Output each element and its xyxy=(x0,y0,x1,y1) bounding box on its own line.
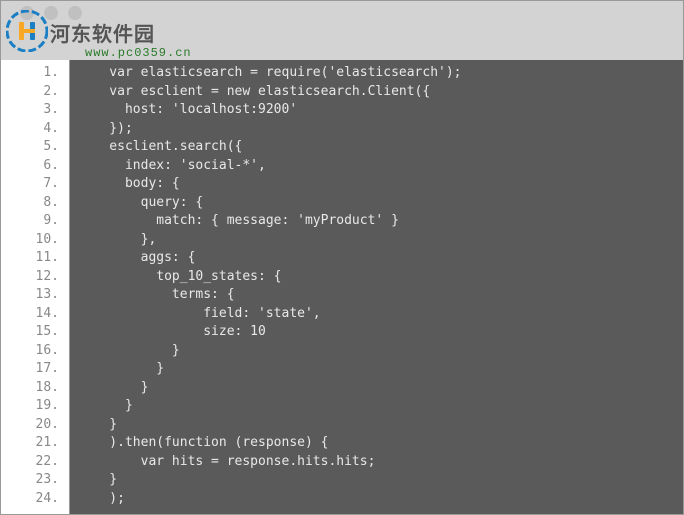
code-editor: 1.2.3.4.5.6.7.8.9.10.11.12.13.14.15.16.1… xyxy=(0,60,684,515)
code-line[interactable]: } xyxy=(78,379,684,398)
code-line[interactable]: var hits = response.hits.hits; xyxy=(78,453,684,472)
code-line[interactable]: } xyxy=(78,471,684,490)
line-number: 23. xyxy=(0,471,69,490)
code-line[interactable]: index: 'social-*', xyxy=(78,157,684,176)
line-number: 20. xyxy=(0,416,69,435)
line-number: 13. xyxy=(0,286,69,305)
line-number: 7. xyxy=(0,175,69,194)
line-number: 16. xyxy=(0,342,69,361)
code-line[interactable]: ).then(function (response) { xyxy=(78,434,684,453)
code-line[interactable]: ); xyxy=(78,490,684,509)
line-number: 15. xyxy=(0,323,69,342)
line-number: 14. xyxy=(0,305,69,324)
code-line[interactable]: host: 'localhost:9200' xyxy=(78,101,684,120)
code-line[interactable]: var elasticsearch = require('elasticsear… xyxy=(78,64,684,83)
line-number: 19. xyxy=(0,397,69,416)
code-line[interactable]: query: { xyxy=(78,194,684,213)
code-line[interactable]: } xyxy=(78,397,684,416)
code-line[interactable]: field: 'state', xyxy=(78,305,684,324)
code-content-area[interactable]: var elasticsearch = require('elasticsear… xyxy=(70,60,684,515)
code-line[interactable]: match: { message: 'myProduct' } xyxy=(78,212,684,231)
site-logo-icon xyxy=(6,10,48,52)
line-number: 17. xyxy=(0,360,69,379)
line-number: 4. xyxy=(0,120,69,139)
line-number: 18. xyxy=(0,379,69,398)
watermark-title: 河东软件园 xyxy=(50,18,155,48)
line-number: 6. xyxy=(0,157,69,176)
line-number: 24. xyxy=(0,490,69,509)
line-number-gutter: 1.2.3.4.5.6.7.8.9.10.11.12.13.14.15.16.1… xyxy=(0,60,70,515)
line-number: 5. xyxy=(0,138,69,157)
line-number: 12. xyxy=(0,268,69,287)
code-line[interactable]: top_10_states: { xyxy=(78,268,684,287)
line-number: 11. xyxy=(0,249,69,268)
line-number: 10. xyxy=(0,231,69,250)
code-line[interactable]: terms: { xyxy=(78,286,684,305)
line-number: 22. xyxy=(0,453,69,472)
line-number: 21. xyxy=(0,434,69,453)
watermark-url: www.pc0359.cn xyxy=(85,46,192,60)
code-line[interactable]: var esclient = new elasticsearch.Client(… xyxy=(78,83,684,102)
code-line[interactable]: }, xyxy=(78,231,684,250)
line-number: 1. xyxy=(0,64,69,83)
line-number: 3. xyxy=(0,101,69,120)
code-line[interactable]: body: { xyxy=(78,175,684,194)
code-line[interactable]: } xyxy=(78,342,684,361)
code-line[interactable]: aggs: { xyxy=(78,249,684,268)
code-line[interactable]: esclient.search({ xyxy=(78,138,684,157)
code-line[interactable]: } xyxy=(78,360,684,379)
line-number: 2. xyxy=(0,83,69,102)
line-number: 8. xyxy=(0,194,69,213)
code-line[interactable]: }); xyxy=(78,120,684,139)
line-number: 9. xyxy=(0,212,69,231)
code-line[interactable]: size: 10 xyxy=(78,323,684,342)
code-line[interactable]: } xyxy=(78,416,684,435)
